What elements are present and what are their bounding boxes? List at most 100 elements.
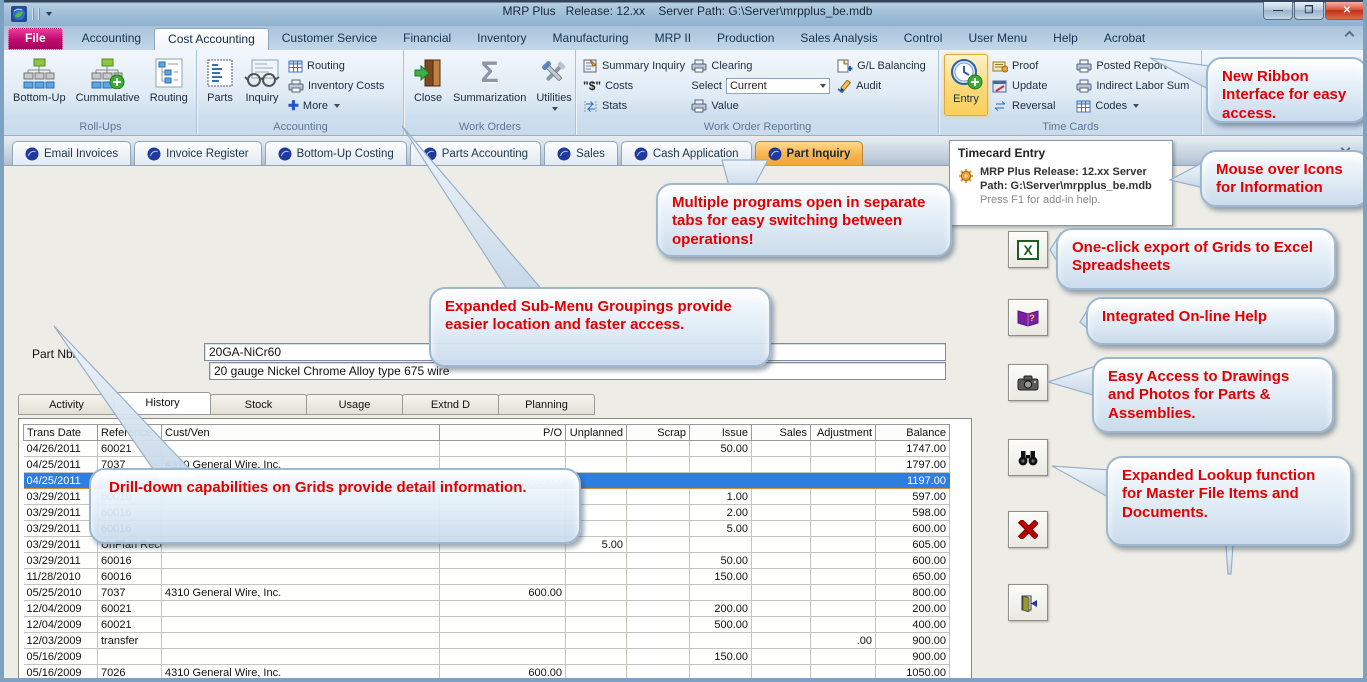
- col-custven[interactable]: Cust/Ven: [162, 425, 440, 441]
- cell[interactable]: transfer: [98, 633, 162, 649]
- cell[interactable]: 900.00: [876, 649, 950, 665]
- cell[interactable]: [811, 553, 876, 569]
- cell[interactable]: 900.00: [876, 633, 950, 649]
- cell[interactable]: [752, 649, 811, 665]
- ribbon-tab-manufacturing[interactable]: Manufacturing: [540, 28, 642, 50]
- cell[interactable]: [627, 457, 690, 473]
- cell[interactable]: [811, 665, 876, 681]
- cell[interactable]: [690, 633, 752, 649]
- stats-button[interactable]: Stats: [580, 97, 688, 115]
- cell[interactable]: 12/04/2009: [24, 601, 98, 617]
- cell[interactable]: 598.00: [876, 505, 950, 521]
- cell[interactable]: [627, 633, 690, 649]
- cell[interactable]: 650.00: [876, 569, 950, 585]
- summary-inquiry-button[interactable]: Summary Inquiry: [580, 57, 688, 75]
- cell[interactable]: [690, 473, 752, 489]
- cell[interactable]: 2.00: [690, 505, 752, 521]
- ribbon-tab-mrp-ii[interactable]: MRP II: [642, 28, 704, 50]
- cell[interactable]: [627, 505, 690, 521]
- ribbon-tab-control[interactable]: Control: [891, 28, 956, 50]
- reversal-button[interactable]: Reversal: [989, 97, 1073, 115]
- cell[interactable]: [752, 441, 811, 457]
- ribbon-tab-financial[interactable]: Financial: [390, 28, 464, 50]
- export-excel-button[interactable]: X: [1008, 231, 1048, 268]
- cell[interactable]: [440, 633, 566, 649]
- summarization-button[interactable]: Σ Summarization: [449, 54, 530, 116]
- ribbon-tab-accounting[interactable]: Accounting: [69, 28, 154, 50]
- tab-usage[interactable]: Usage: [306, 394, 403, 415]
- cell[interactable]: [566, 553, 627, 569]
- table-row[interactable]: 05/16/200970264310 General Wire, Inc.600…: [24, 665, 950, 681]
- cell[interactable]: [811, 617, 876, 633]
- cell[interactable]: [440, 649, 566, 665]
- table-row[interactable]: 05/25/201070374310 General Wire, Inc.600…: [24, 585, 950, 601]
- cell[interactable]: [627, 665, 690, 681]
- cell[interactable]: [811, 457, 876, 473]
- cell[interactable]: [162, 649, 440, 665]
- cell[interactable]: [627, 489, 690, 505]
- ribbon-tab-production[interactable]: Production: [704, 28, 787, 50]
- tab-activity[interactable]: Activity: [18, 394, 115, 415]
- cell[interactable]: 12/04/2009: [24, 617, 98, 633]
- cell[interactable]: [752, 521, 811, 537]
- cell[interactable]: [440, 441, 566, 457]
- cell[interactable]: 04/25/2011: [24, 473, 98, 489]
- cell[interactable]: [752, 473, 811, 489]
- cell[interactable]: [566, 441, 627, 457]
- cell[interactable]: [566, 457, 627, 473]
- photos-button[interactable]: [1008, 364, 1048, 401]
- col-scrap[interactable]: Scrap: [627, 425, 690, 441]
- cell[interactable]: 1747.00: [876, 441, 950, 457]
- cell[interactable]: [752, 585, 811, 601]
- cell[interactable]: 11/28/2010: [24, 569, 98, 585]
- lookup-button[interactable]: [1008, 439, 1048, 476]
- table-row[interactable]: 11/28/201060016 150.00 650.00: [24, 569, 950, 585]
- minimize-button[interactable]: —: [1263, 2, 1293, 20]
- cell[interactable]: [440, 569, 566, 585]
- clearing-button[interactable]: Clearing: [688, 57, 834, 75]
- cell[interactable]: 04/26/2011: [24, 441, 98, 457]
- cell[interactable]: [98, 649, 162, 665]
- cell[interactable]: 03/29/2011: [24, 489, 98, 505]
- parts-button[interactable]: Parts: [202, 54, 238, 116]
- cell[interactable]: 03/29/2011: [24, 521, 98, 537]
- doc-tab-invoice-register[interactable]: Invoice Register: [134, 141, 261, 165]
- col-po[interactable]: P/O: [440, 425, 566, 441]
- cell[interactable]: [811, 441, 876, 457]
- cell[interactable]: [690, 537, 752, 553]
- posted-report-button[interactable]: Posted Report: [1073, 57, 1197, 75]
- table-row[interactable]: 12/03/2009transfer.00900.00: [24, 633, 950, 649]
- cell[interactable]: [566, 617, 627, 633]
- doc-tab-parts-accounting[interactable]: Parts Accounting: [410, 141, 541, 165]
- cell[interactable]: [752, 537, 811, 553]
- maximize-button[interactable]: ❐: [1294, 2, 1324, 20]
- cell[interactable]: 605.00: [876, 537, 950, 553]
- cell[interactable]: 400.00: [876, 617, 950, 633]
- doc-tab-email-invoices[interactable]: Email Invoices: [12, 141, 131, 165]
- col-trans-date[interactable]: Trans Date: [24, 425, 98, 441]
- cell[interactable]: 60016: [98, 569, 162, 585]
- cell[interactable]: 4310 General Wire, Inc.: [162, 585, 440, 601]
- close-workorder-button[interactable]: Close: [409, 54, 447, 116]
- col-adjustment[interactable]: Adjustment: [811, 425, 876, 441]
- cell[interactable]: 150.00: [690, 569, 752, 585]
- cell[interactable]: [811, 569, 876, 585]
- cell[interactable]: [566, 633, 627, 649]
- cell[interactable]: [752, 489, 811, 505]
- exit-button[interactable]: [1008, 584, 1048, 621]
- table-row[interactable]: 04/26/20116002150.001747.00: [24, 441, 950, 457]
- close-button[interactable]: ✕: [1325, 2, 1367, 20]
- cell[interactable]: 600.00: [440, 665, 566, 681]
- cell[interactable]: [627, 617, 690, 633]
- cell[interactable]: [566, 601, 627, 617]
- tab-stock[interactable]: Stock: [210, 394, 307, 415]
- cell[interactable]: 1050.00: [876, 665, 950, 681]
- indirect-labor-sum-button[interactable]: Indirect Labor Sum: [1073, 77, 1197, 95]
- cell[interactable]: 600.00: [876, 521, 950, 537]
- cell[interactable]: 600.00: [440, 585, 566, 601]
- cell[interactable]: [811, 473, 876, 489]
- cell[interactable]: 12/03/2009: [24, 633, 98, 649]
- help-button[interactable]: ?: [1008, 299, 1048, 336]
- col-unplanned[interactable]: Unplanned: [566, 425, 627, 441]
- cell[interactable]: 03/29/2011: [24, 505, 98, 521]
